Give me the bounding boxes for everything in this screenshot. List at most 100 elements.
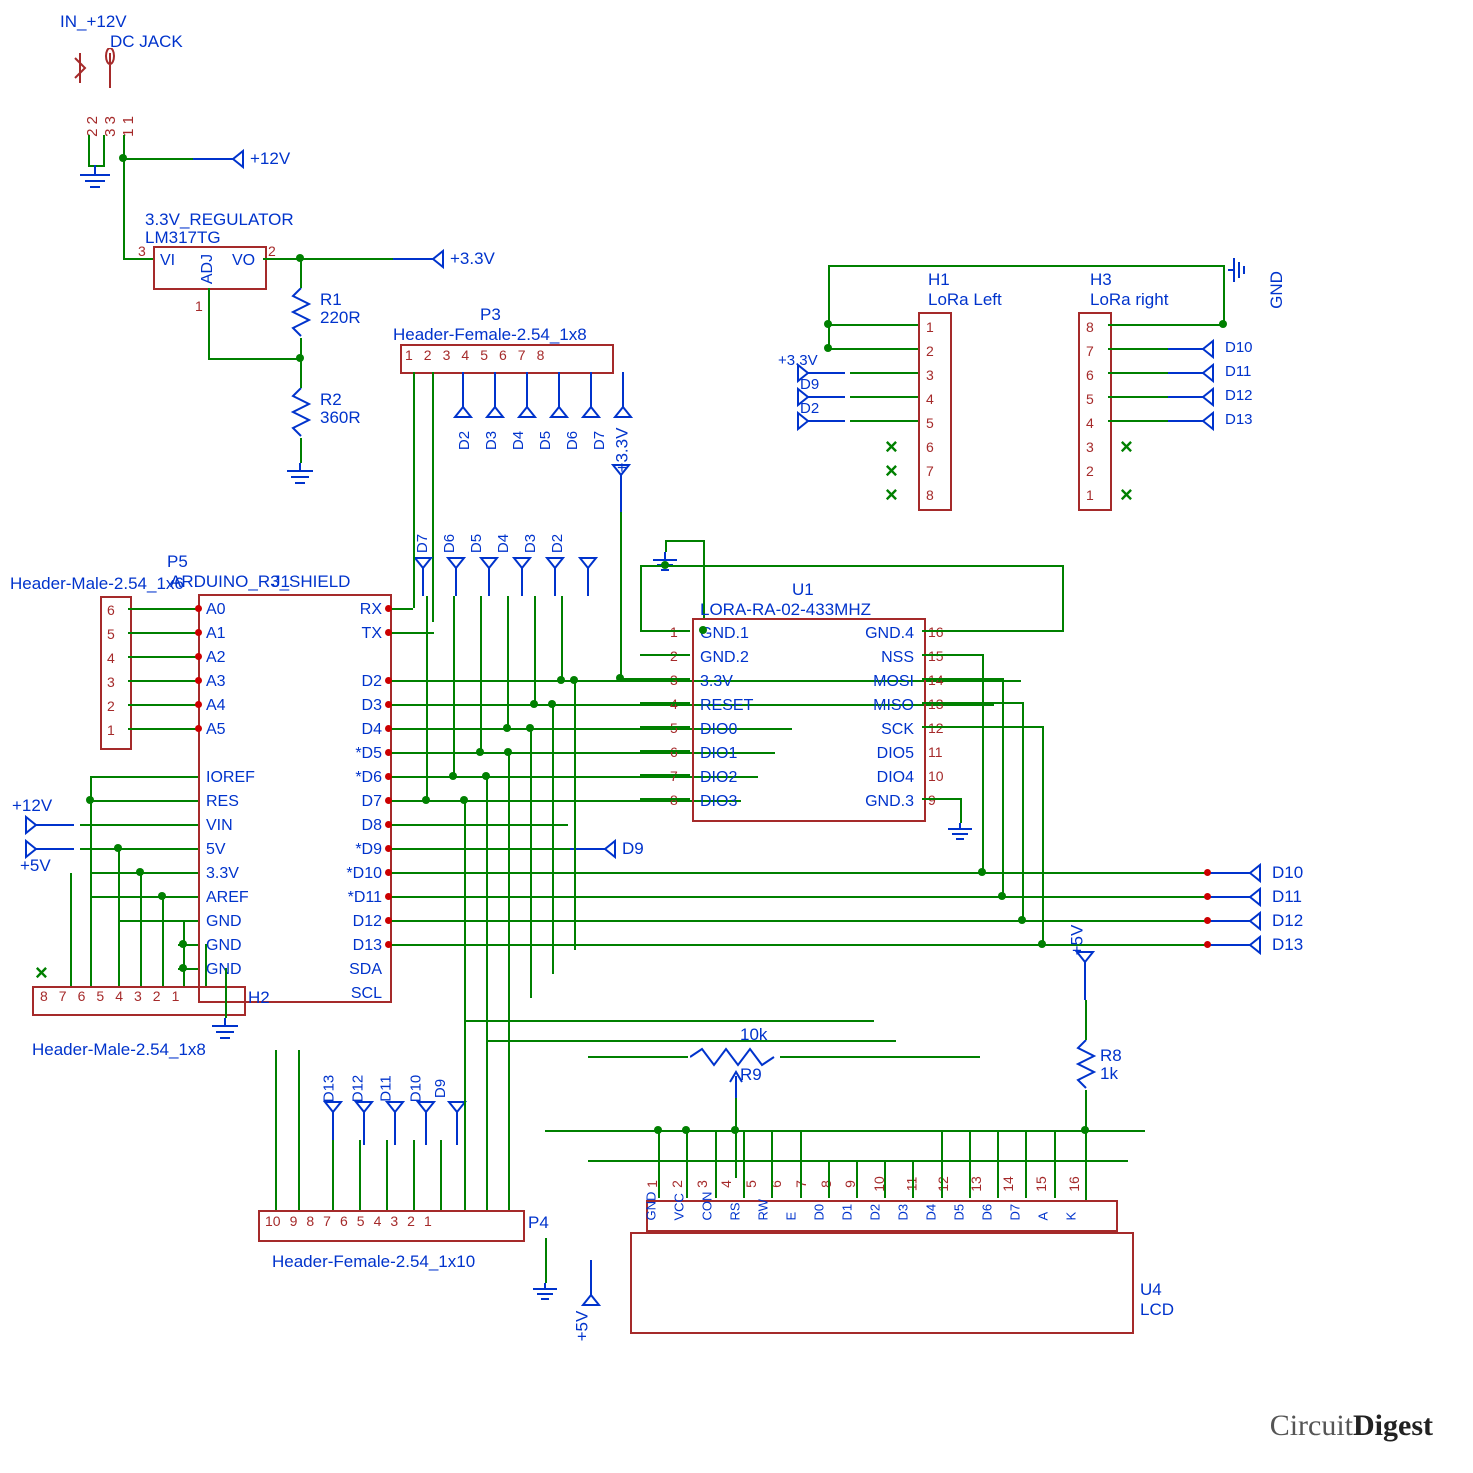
u4-ref: U4 bbox=[1140, 1280, 1162, 1300]
wire bbox=[90, 776, 198, 778]
wire bbox=[1108, 348, 1168, 350]
wire bbox=[90, 800, 198, 802]
wire bbox=[275, 1050, 277, 1210]
wire bbox=[884, 1160, 886, 1198]
h1-ref: H1 bbox=[928, 270, 950, 290]
junction bbox=[998, 892, 1006, 900]
pin-dot bbox=[385, 725, 392, 732]
gnd-text: GND bbox=[1267, 271, 1287, 309]
junction bbox=[136, 868, 144, 876]
wire bbox=[1108, 420, 1168, 422]
junction bbox=[179, 940, 187, 948]
p3-d5: D5 bbox=[537, 431, 554, 450]
junction bbox=[1018, 916, 1026, 924]
wire bbox=[162, 896, 164, 986]
p3-d6: D6 bbox=[564, 431, 581, 450]
net-12v: +12V bbox=[250, 149, 290, 169]
h3-ref: H3 bbox=[1090, 270, 1112, 290]
h3-box bbox=[1078, 312, 1112, 511]
wire bbox=[300, 438, 302, 463]
bus-d6: D6 bbox=[441, 534, 458, 553]
wire bbox=[128, 680, 198, 682]
pin-dot bbox=[1204, 869, 1211, 876]
net-d11-h3 bbox=[1168, 362, 1223, 384]
net-5v: +5V bbox=[20, 856, 51, 876]
wire bbox=[298, 1050, 300, 1210]
wire bbox=[620, 512, 622, 680]
wire bbox=[771, 1130, 773, 1198]
wire bbox=[922, 702, 1022, 704]
pin-dot bbox=[195, 701, 202, 708]
junction bbox=[460, 796, 468, 804]
r2-symbol bbox=[290, 388, 312, 438]
wire bbox=[388, 824, 568, 826]
wire bbox=[1025, 1130, 1027, 1198]
r8-ref: R8 bbox=[1100, 1046, 1122, 1066]
h1-d2: D2 bbox=[800, 400, 819, 417]
gnd-symbol bbox=[530, 1283, 566, 1309]
wire bbox=[658, 1130, 660, 1198]
h3-d11: D11 bbox=[1225, 363, 1251, 380]
wire bbox=[90, 896, 198, 898]
pin-dot bbox=[385, 749, 392, 756]
junction bbox=[570, 676, 578, 684]
net-d10-arrow bbox=[1210, 862, 1270, 884]
junction bbox=[978, 868, 986, 876]
u1-desc: LORA-RA-02-433MHZ bbox=[700, 600, 871, 620]
wire bbox=[507, 596, 509, 730]
wire bbox=[534, 596, 536, 706]
reg-vi: VI bbox=[160, 252, 175, 270]
wire bbox=[388, 776, 455, 778]
p4-d13: D13 bbox=[320, 1075, 337, 1103]
j1-desc: ARDUINO_R3_SHIELD bbox=[170, 572, 350, 592]
wire bbox=[828, 265, 1223, 267]
pin-dot bbox=[385, 821, 392, 828]
wire bbox=[1108, 396, 1168, 398]
wire bbox=[208, 358, 302, 360]
h1-pins: 1234 5678 bbox=[926, 315, 934, 507]
pin-dot bbox=[195, 629, 202, 636]
wire bbox=[123, 158, 125, 258]
wire bbox=[413, 1140, 415, 1210]
pin-dot bbox=[1204, 893, 1211, 900]
gnd-symbol bbox=[945, 823, 981, 849]
pin-dot bbox=[385, 917, 392, 924]
pin-dot bbox=[385, 797, 392, 804]
wire bbox=[922, 654, 982, 656]
gnd-symbol bbox=[208, 1018, 248, 1046]
junction bbox=[824, 320, 832, 328]
wire bbox=[508, 1020, 510, 1210]
p3-d3: D3 bbox=[483, 431, 500, 450]
wire bbox=[1002, 678, 1004, 896]
r1-ref: R1 bbox=[320, 290, 342, 310]
wire bbox=[332, 1140, 334, 1210]
wire bbox=[982, 654, 984, 872]
wire bbox=[103, 135, 105, 165]
bus-labels bbox=[410, 556, 601, 596]
wire bbox=[922, 678, 1002, 680]
wire bbox=[997, 1130, 999, 1198]
wire bbox=[183, 920, 185, 986]
net-d10-h3 bbox=[1168, 338, 1223, 360]
p4-desc: Header-Female-2.54_1x10 bbox=[272, 1252, 475, 1272]
net-d12: D12 bbox=[1272, 911, 1303, 931]
junction bbox=[699, 626, 707, 634]
junction bbox=[616, 674, 624, 682]
wire bbox=[359, 1140, 361, 1210]
wire bbox=[856, 1160, 858, 1198]
wire bbox=[464, 800, 466, 1020]
net-12v-arrow bbox=[193, 148, 253, 170]
wire bbox=[388, 728, 509, 730]
wire bbox=[828, 348, 918, 350]
wire bbox=[922, 630, 1062, 632]
net-d10: D10 bbox=[1272, 863, 1303, 883]
wire bbox=[413, 372, 415, 492]
pin-dot bbox=[195, 677, 202, 684]
net-d11: D11 bbox=[1272, 887, 1302, 907]
pin-dot bbox=[1204, 917, 1211, 924]
h1-desc: LoRa Left bbox=[928, 290, 1002, 310]
wire bbox=[850, 372, 918, 374]
u1-rnums: 16151413 1211109 bbox=[928, 620, 944, 812]
p3-d2: D2 bbox=[456, 431, 473, 450]
nc-x: × bbox=[885, 458, 898, 484]
